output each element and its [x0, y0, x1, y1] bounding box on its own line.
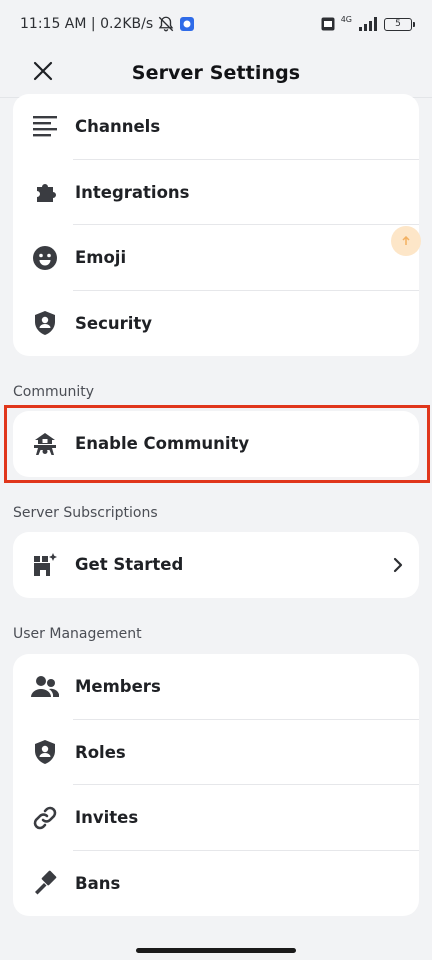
- menu-item-emoji[interactable]: Emoji: [13, 225, 419, 291]
- volte-icon: [321, 17, 335, 31]
- invites-icon: [31, 804, 59, 832]
- scroll-top-button[interactable]: [391, 226, 421, 256]
- menu-item-bans[interactable]: Bans: [13, 851, 419, 917]
- menu-item-roles[interactable]: Roles: [13, 720, 419, 786]
- menu-item-label: Security: [75, 313, 153, 333]
- battery-level: 5: [395, 19, 401, 29]
- members-icon: [31, 673, 59, 701]
- notifications-off-icon: [157, 15, 175, 33]
- menu-item-label: Enable Community: [75, 434, 250, 454]
- menu-item-label: Bans: [75, 873, 121, 893]
- chevron-right-icon: [391, 555, 405, 575]
- close-button[interactable]: [30, 58, 56, 84]
- menu-item-label: Channels: [75, 117, 161, 137]
- security-icon: [31, 309, 59, 337]
- signal-icon: [358, 17, 378, 31]
- status-bar: 11:15 AM | 0.2KB/s 4G 5: [0, 0, 432, 48]
- integrations-icon: [31, 178, 59, 206]
- menu-item-integrations[interactable]: Integrations: [13, 160, 419, 226]
- community-icon: [31, 430, 59, 458]
- battery-icon: 5: [384, 17, 415, 31]
- channels-icon: [31, 113, 59, 141]
- menu-item-label: Emoji: [75, 248, 127, 268]
- menu-item-get-started[interactable]: Get Started: [13, 532, 419, 598]
- section-label-community: Community: [13, 384, 95, 400]
- settings-card-community: Enable Community: [13, 411, 419, 477]
- menu-item-members[interactable]: Members: [13, 654, 419, 720]
- section-label-user-management: User Management: [13, 626, 142, 642]
- home-indicator[interactable]: [136, 948, 296, 953]
- network-type: 4G: [340, 15, 352, 24]
- roles-icon: [31, 738, 59, 766]
- menu-item-label: Members: [75, 677, 161, 697]
- menu-item-invites[interactable]: Invites: [13, 785, 419, 851]
- subscriptions-icon: [31, 551, 59, 579]
- menu-item-channels[interactable]: Channels: [13, 94, 419, 160]
- app-notification-icon: [179, 16, 195, 32]
- settings-card-general: Channels Integrations Emoji Security: [13, 94, 419, 356]
- status-time: 11:15 AM | 0.2KB/s: [20, 16, 154, 32]
- menu-item-security[interactable]: Security: [13, 291, 419, 357]
- menu-item-label: Invites: [75, 808, 139, 828]
- close-icon: [33, 61, 53, 81]
- settings-card-user-management: Members Roles Invites Bans: [13, 654, 419, 916]
- menu-item-label: Roles: [75, 742, 126, 762]
- gavel-icon: [31, 869, 59, 897]
- settings-card-subscriptions: Get Started: [13, 532, 419, 598]
- menu-item-label: Integrations: [75, 182, 190, 202]
- header-bar: Server Settings: [0, 48, 432, 98]
- emoji-icon: [31, 244, 59, 272]
- section-label-subscriptions: Server Subscriptions: [13, 505, 158, 521]
- page-title: Server Settings: [131, 61, 301, 84]
- menu-item-label: Get Started: [75, 555, 184, 575]
- menu-item-enable-community[interactable]: Enable Community: [13, 411, 419, 477]
- arrow-up-icon: [402, 236, 410, 245]
